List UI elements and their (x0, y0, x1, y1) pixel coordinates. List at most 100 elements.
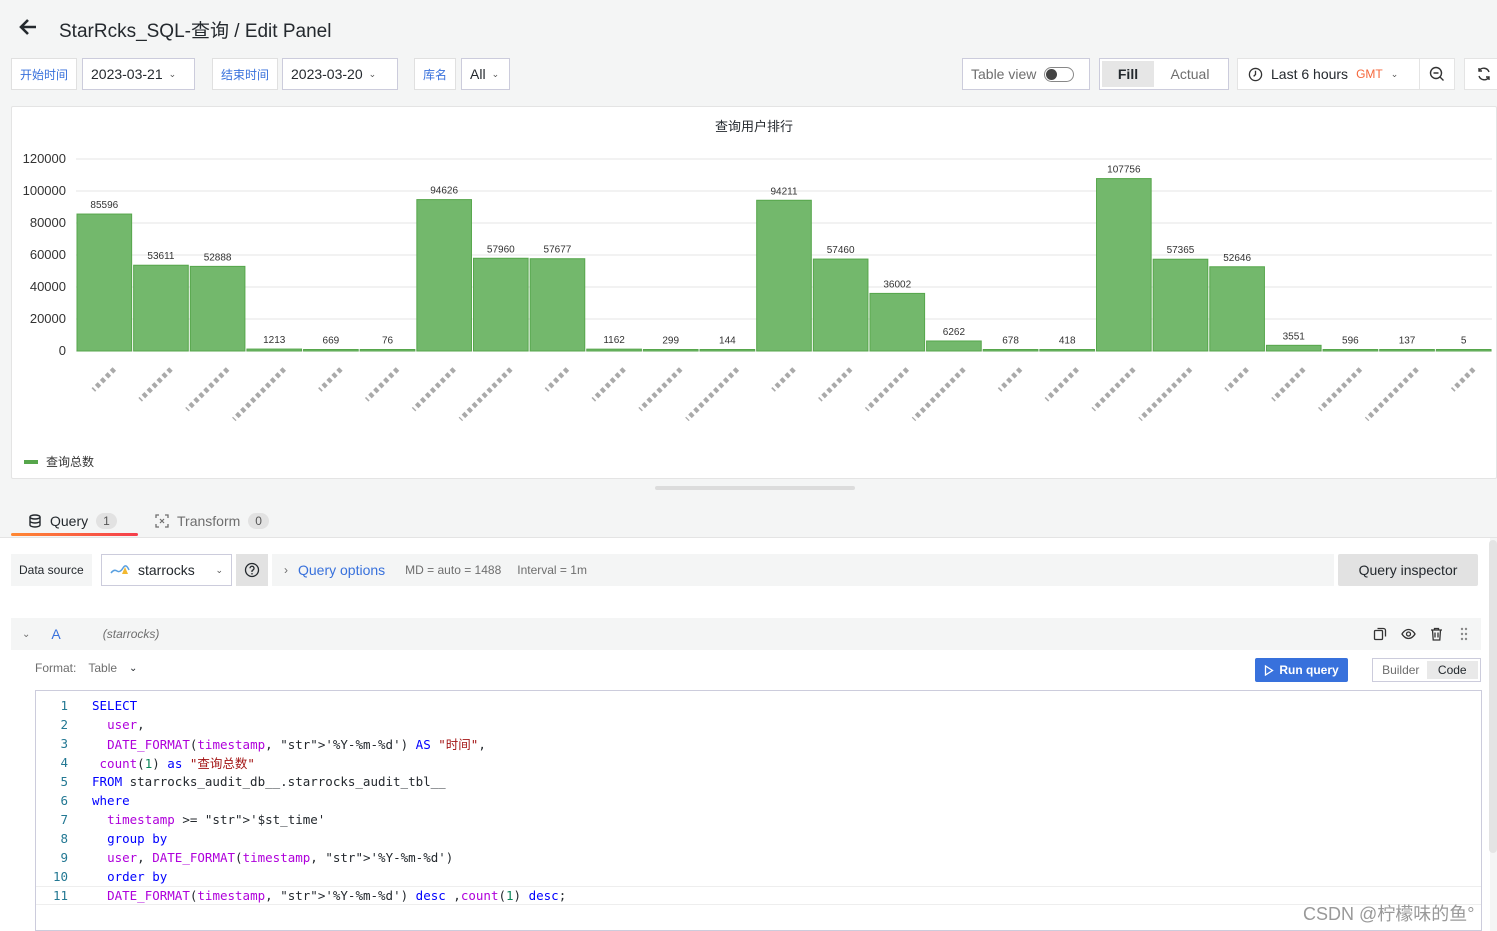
code-line[interactable]: 7 timestamp >= "str">'$st_time' (36, 810, 1481, 829)
drag-dots-icon (1460, 627, 1468, 641)
code-text: user, (107, 717, 145, 732)
code-line[interactable]: 9 user, DATE_FORMAT(timestamp, "str">'%Y… (36, 848, 1481, 867)
code-line[interactable]: 6 where (36, 791, 1481, 810)
bar[interactable] (529, 258, 586, 352)
bar[interactable] (926, 340, 982, 352)
back-button[interactable] (16, 14, 42, 40)
query-options-link[interactable]: Query options (298, 562, 385, 578)
run-query-button[interactable]: Run query (1255, 658, 1348, 682)
toggle-switch[interactable] (1044, 66, 1075, 82)
code-text: order by (107, 869, 168, 884)
bar-value-label: 57365 (1167, 245, 1195, 256)
variable-value: 2023-03-21 (91, 66, 163, 82)
variable-select-start-time[interactable]: 2023-03-21 ⌄ (82, 58, 195, 90)
query-ref-id[interactable]: A (51, 626, 60, 642)
code-line[interactable]: 4 count(1) as "查询总数" (36, 753, 1481, 772)
copy-icon (1373, 627, 1387, 641)
format-select[interactable]: Format: Table ⌄ (35, 661, 137, 675)
table-view-toggle[interactable]: Table view (962, 58, 1090, 90)
x-tick-label-obscured (1138, 367, 1193, 422)
y-tick-label: 60000 (30, 247, 66, 262)
builder-mode-option[interactable]: Builder (1375, 663, 1427, 677)
bar[interactable] (416, 199, 472, 352)
bar[interactable] (699, 349, 756, 352)
data-source-label: Data source (11, 554, 92, 586)
refresh-button[interactable] (1464, 58, 1497, 90)
time-range-label: Last 6 hours (1271, 66, 1349, 82)
code-mode-option[interactable]: Code (1426, 661, 1478, 679)
chart-legend[interactable]: 查询总数 (24, 453, 94, 470)
data-source-help-button[interactable] (236, 554, 268, 586)
transform-icon (155, 514, 169, 528)
bar[interactable] (982, 349, 1039, 352)
tab-label: Transform (177, 513, 241, 529)
bar[interactable] (189, 265, 246, 352)
trash-icon (1430, 627, 1442, 641)
delete-query-button[interactable] (1427, 625, 1445, 643)
data-source-select[interactable]: starrocks ⌄ (101, 554, 232, 586)
fill-option[interactable]: Fill (1102, 61, 1154, 87)
bar[interactable] (812, 258, 869, 352)
drag-handle[interactable] (1455, 625, 1473, 643)
query-options-bar[interactable]: › Query options MD = auto = 1488 Interva… (272, 554, 1334, 586)
bar[interactable] (133, 264, 189, 352)
bar[interactable] (303, 349, 359, 352)
variable-select-end-time[interactable]: 2023-03-20 ⌄ (282, 58, 398, 90)
bar-value-label: 6262 (943, 327, 966, 338)
x-tick-label-obscured (1044, 367, 1079, 402)
bar[interactable] (1152, 258, 1209, 352)
code-line[interactable]: 10 order by (36, 867, 1481, 886)
data-source-value: starrocks (138, 562, 195, 578)
chevron-down-icon: ⌄ (129, 662, 138, 674)
code-line[interactable]: 8 group by (36, 829, 1481, 848)
tab-count-badge: 0 (248, 513, 269, 529)
bar[interactable] (1265, 344, 1322, 352)
time-range-picker[interactable]: Last 6 hours GMT ⌄ (1237, 58, 1420, 90)
x-tick-label-obscured (1271, 367, 1306, 402)
x-tick-label-obscured (364, 367, 400, 402)
bar[interactable] (586, 348, 642, 352)
sql-code-editor[interactable]: 1 SELECT 2 user, 3 DATE_FORMAT(timestamp, "… (35, 690, 1482, 931)
variable-value: All (470, 66, 486, 82)
query-inspector-button[interactable]: Query inspector (1338, 554, 1478, 586)
tab-transform[interactable]: Transform 0 (155, 506, 269, 536)
bar[interactable] (1435, 349, 1492, 352)
x-tick-label-obscured (591, 367, 626, 402)
bar[interactable] (76, 213, 133, 352)
bar[interactable] (1096, 178, 1152, 352)
bar[interactable] (1379, 349, 1435, 352)
starrocks-logo-icon (110, 565, 130, 574)
line-number: 1 (60, 698, 68, 713)
database-icon (29, 514, 41, 528)
variable-select-database[interactable]: All ⌄ (461, 58, 510, 90)
bar-value-label: 94626 (430, 186, 458, 197)
actual-option[interactable]: Actual (1154, 61, 1226, 87)
tab-query[interactable]: Query 1 (28, 506, 117, 536)
collapse-chevron-icon[interactable]: ⌄ (22, 629, 30, 640)
bar-chart: 0200004000060000800001000001200008559653… (23, 151, 1492, 422)
code-line[interactable]: 1 SELECT (36, 696, 1481, 715)
bar[interactable] (359, 349, 416, 352)
bar[interactable] (642, 349, 699, 352)
bar-value-label: 1213 (263, 335, 286, 346)
fill-actual-switch: Fill Actual (1099, 58, 1229, 90)
hide-query-button[interactable] (1399, 625, 1417, 643)
variable-label-database: 库名 (414, 58, 457, 90)
panel-resize-handle[interactable] (655, 486, 855, 490)
bar[interactable] (1039, 349, 1096, 352)
zoom-out-button[interactable] (1419, 58, 1455, 90)
duplicate-query-button[interactable] (1371, 625, 1389, 643)
code-line[interactable]: 5 FROM starrocks_audit_db__.starrocks_aud… (36, 772, 1481, 791)
bar[interactable] (1322, 349, 1379, 352)
code-line[interactable]: 11 DATE_FORMAT(timestamp, "str">'%Y-%m-%… (36, 886, 1481, 905)
bar[interactable] (472, 257, 529, 352)
bar[interactable] (1209, 266, 1265, 352)
bar[interactable] (246, 348, 303, 352)
line-number: 9 (60, 850, 68, 865)
run-query-label: Run query (1279, 663, 1339, 677)
code-line[interactable]: 2 user, (36, 715, 1481, 734)
bar[interactable] (869, 292, 926, 352)
code-line[interactable]: 3 DATE_FORMAT(timestamp, "str">'%Y-%m-%d… (36, 734, 1481, 753)
bar[interactable] (756, 199, 812, 352)
vertical-scrollbar[interactable] (1489, 540, 1497, 853)
